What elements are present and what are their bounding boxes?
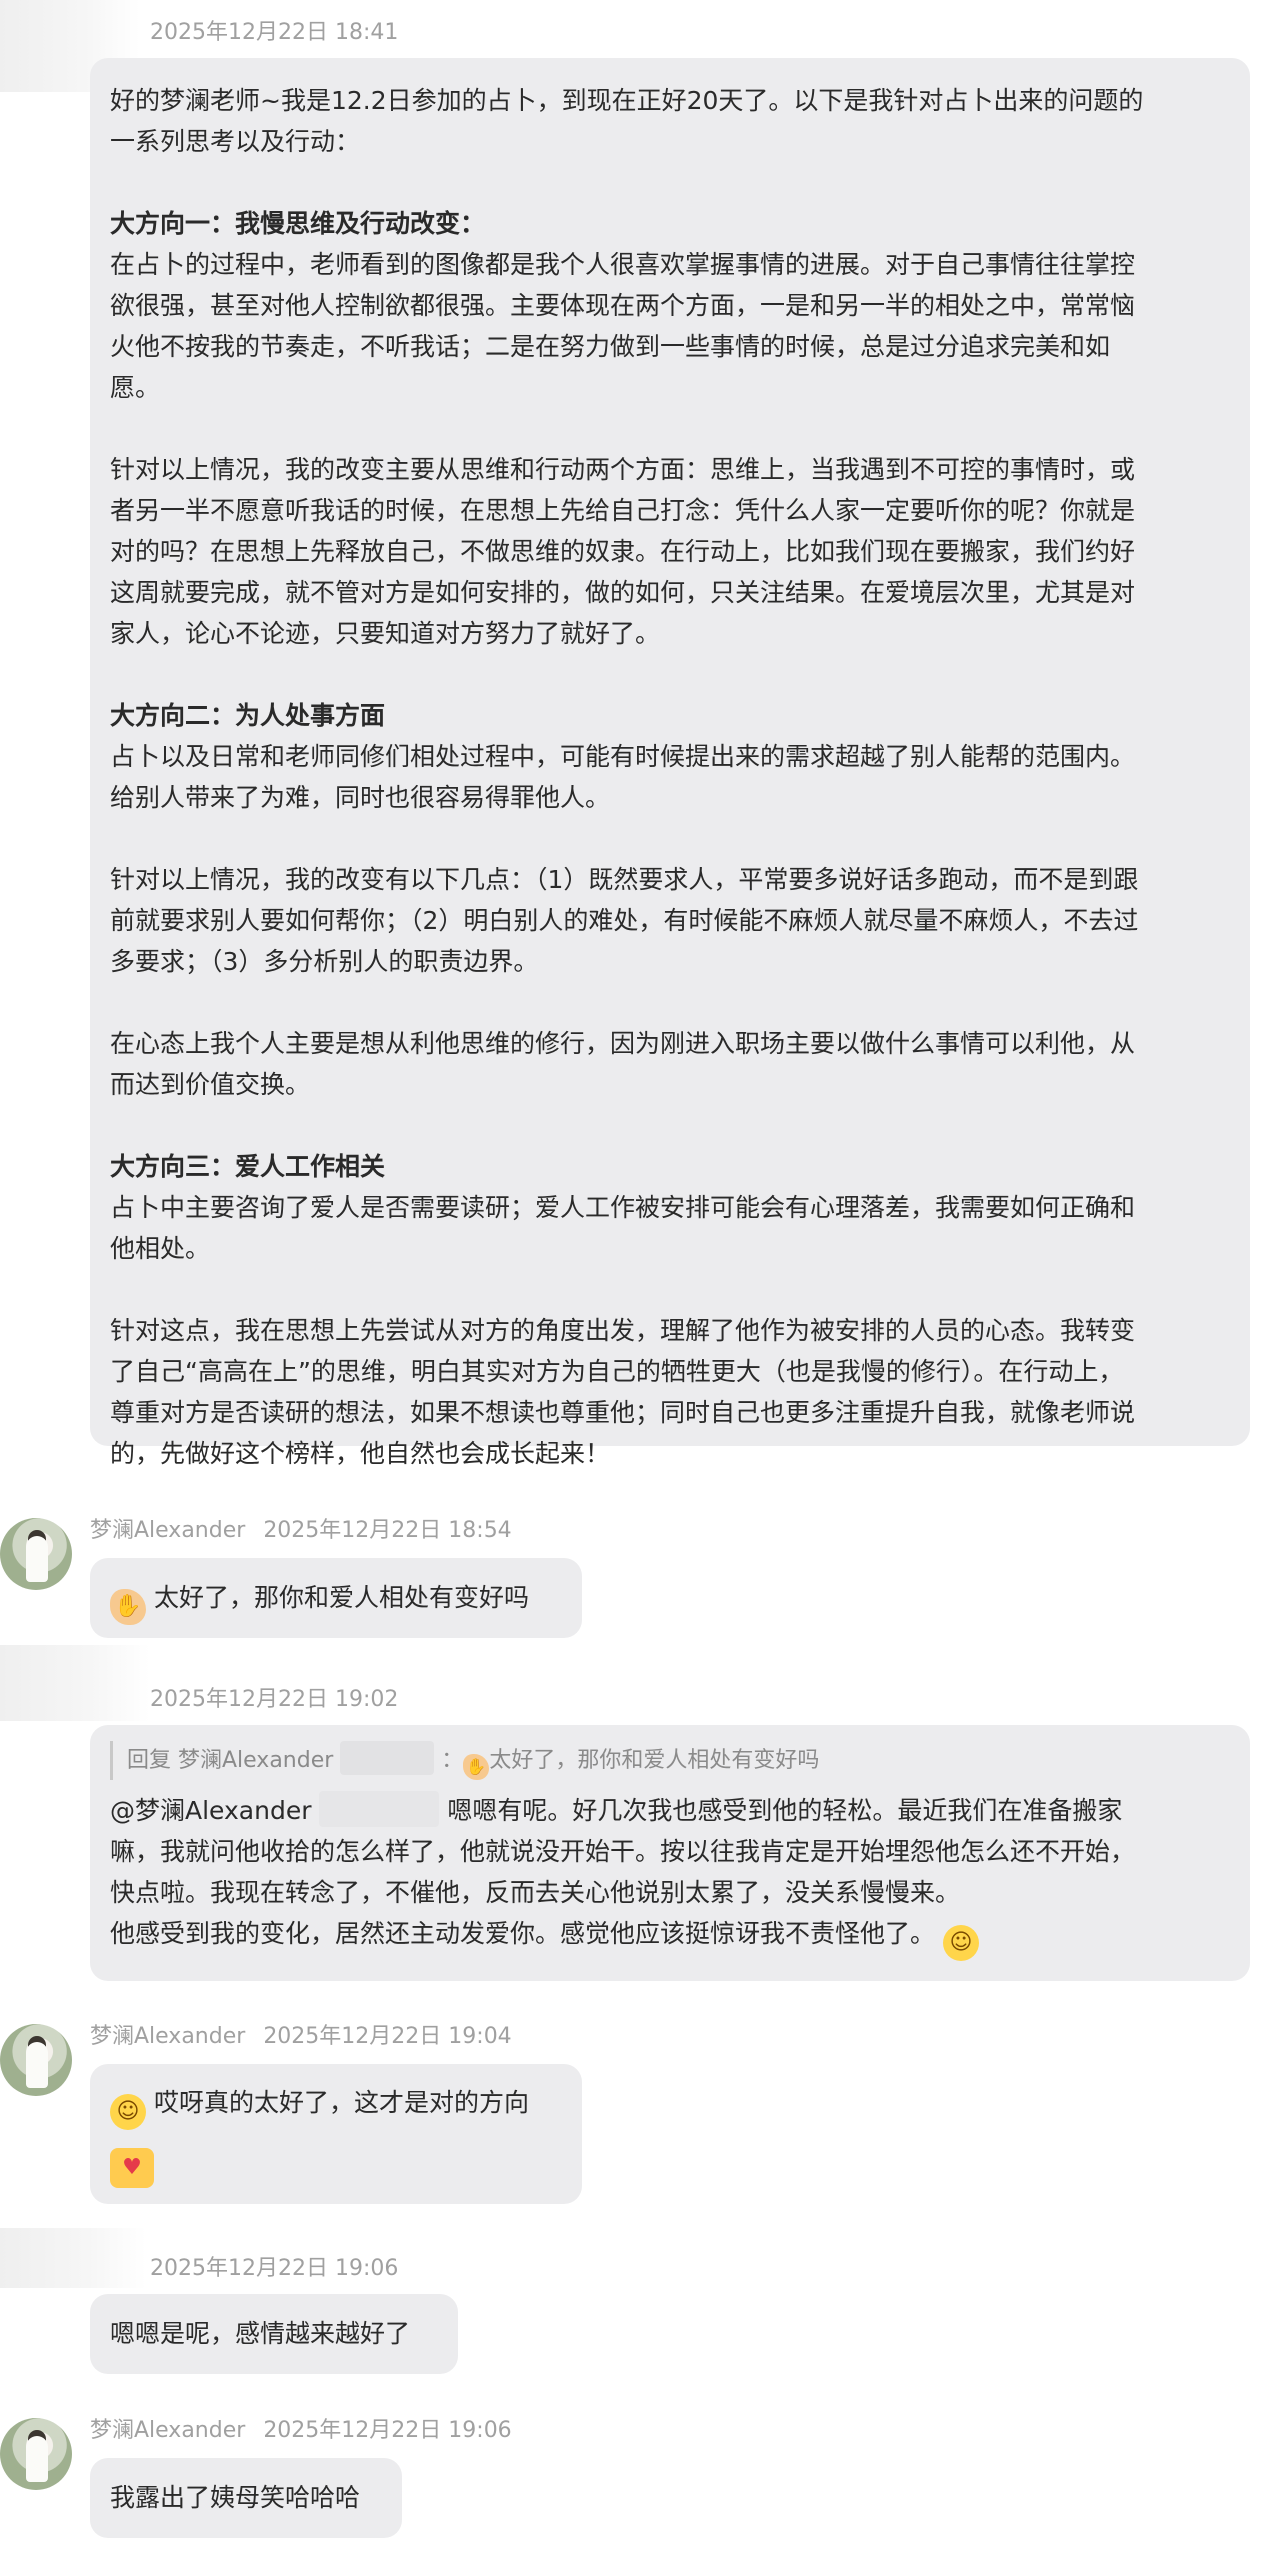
text-line: 这周就要完成，就不管对方是如何安排的，做的如何，只关注结果。在爱境层次里，尤其是… bbox=[110, 578, 1136, 607]
text-line: 多要求；（3）多分析别人的职责边界。 bbox=[110, 947, 539, 976]
message-text: 我露出了姨母笑哈哈哈 bbox=[110, 2483, 361, 2512]
quote-prefix: 回复 梦澜Alexander bbox=[127, 1748, 334, 1773]
message-bubble[interactable]: 好的梦澜老师~我是12.2日参加的占卜，到现在正好20天了。以下是我针对占卜出来… bbox=[90, 58, 1250, 1468]
message-text: 哎呀真的太好了，这才是对的方向 bbox=[153, 2088, 529, 2117]
redacted-block bbox=[319, 1791, 440, 1827]
grinning-face-icon: ☺ bbox=[110, 2094, 146, 2130]
sticker-line: ♥ bbox=[110, 2138, 562, 2188]
timestamp: 2025年12月22日 19:06 bbox=[150, 2256, 399, 2281]
timestamp: 2025年12月22日 19:06 bbox=[263, 2418, 512, 2443]
text-line: 在占卜的过程中，老师看到的图像都是我个人很喜欢掌握事情的进展。对于自己事情往往掌… bbox=[110, 250, 1136, 279]
quote-separator: ： bbox=[441, 1748, 464, 1773]
avatar[interactable] bbox=[0, 2024, 72, 2096]
message-text: 嗯嗯是呢，感情越来越好了 bbox=[110, 2319, 411, 2348]
timestamp: 2025年12月22日 19:02 bbox=[150, 1687, 399, 1712]
text-line: 在心态上我个人主要是想从利他思维的修行，因为刚进入职场主要以做什么事情可以利他，… bbox=[110, 1029, 1136, 1058]
text-line: 尊重对方是否读研的想法，如果不想读也尊重他；同时自己也更多注重提升自我，就像老师… bbox=[110, 1398, 1136, 1427]
text-line: 针对以上情况，我的改变有以下几点：（1）既然要求人，平常要多说好话多跑动，而不是… bbox=[110, 865, 1139, 894]
sender-name: 梦澜Alexander bbox=[90, 1518, 246, 1543]
sender-name: 梦澜Alexander bbox=[90, 2418, 246, 2443]
text-line: 针对这点，我在思想上先尝试从对方的角度出发，理解了他作为被安排的人员的心态。我转… bbox=[110, 1316, 1136, 1345]
timestamp: 2025年12月22日 19:04 bbox=[263, 2024, 512, 2049]
message-meta: 梦澜Alexander 2025年12月22日 18:54 bbox=[90, 1512, 512, 1544]
text-line: 给别人带来了为难，同时也很容易得罪他人。 bbox=[110, 783, 611, 812]
avatar[interactable] bbox=[0, 1518, 72, 1590]
timestamp: 2025年12月22日 18:41 bbox=[150, 20, 399, 45]
avatar[interactable] bbox=[0, 2418, 72, 2490]
avatar-blurred[interactable] bbox=[0, 1645, 150, 1721]
section-title: 大方向二：为人处事方面 bbox=[110, 701, 386, 730]
text-line: 他感受到我的变化，居然还主动发爱你。感觉他应该挺惊讶我不责怪他了。 ☺ bbox=[110, 1913, 1230, 1961]
message-meta: 2025年12月22日 19:02 bbox=[150, 1681, 398, 1713]
text-line: @梦澜Alexander 嗯嗯有呢。好几次我也感受到他的轻松。最近我们在准备搬家 bbox=[110, 1790, 1230, 1831]
message-meta: 梦澜Alexander 2025年12月22日 19:04 bbox=[90, 2018, 512, 2050]
text-line: 嘛，我就问他收拾的怎么样了，他就说没开始干。按以往我肯定是开始埋怨他怎么还不开始… bbox=[110, 1837, 1136, 1866]
message-text: 太好了，那你和爱人相处有变好吗 bbox=[153, 1583, 529, 1612]
reply-quote[interactable]: 回复 梦澜Alexander ： ✋ 太好了，那你和爱人相处有变好吗 bbox=[110, 1741, 1230, 1780]
text-line: 一系列思考以及行动： bbox=[110, 127, 361, 156]
text-line: 而达到价值交换。 bbox=[110, 1070, 311, 1099]
text-line: 好的梦澜老师~我是12.2日参加的占卜，到现在正好20天了。以下是我针对占卜出来… bbox=[110, 86, 1144, 115]
message-meta: 2025年12月22日 19:06 bbox=[150, 2250, 398, 2282]
message-bubble[interactable]: 嗯嗯是呢，感情越来越好了 bbox=[90, 2294, 458, 2374]
heart-face-icon: ♥ bbox=[110, 2148, 154, 2188]
mention[interactable]: @梦澜Alexander bbox=[110, 1796, 311, 1825]
section-title: 大方向三：爱人工作相关 bbox=[110, 1152, 386, 1181]
timestamp: 2025年12月22日 18:54 bbox=[263, 1518, 512, 1543]
message-bubble[interactable]: 回复 梦澜Alexander ： ✋ 太好了，那你和爱人相处有变好吗 @梦澜Alex… bbox=[90, 1725, 1250, 1981]
text-line: 他相处。 bbox=[110, 1234, 211, 1263]
text-line: 占卜中主要咨询了爱人是否需要读研；爱人工作被安排可能会有心理落差，我需要如何正确… bbox=[110, 1193, 1136, 1222]
grinning-face-icon: ☺ bbox=[942, 1925, 979, 1961]
message-bubble[interactable]: ☺ 哎呀真的太好了，这才是对的方向 ♥ bbox=[90, 2064, 582, 2204]
text-line: 欲很强，甚至对他人控制欲都很强。主要体现在两个方面，一是和另一半的相处之中，常常… bbox=[110, 291, 1136, 320]
quote-text: 太好了，那你和爱人相处有变好吗 bbox=[489, 1748, 820, 1773]
text-line: 对的吗？在思想上先释放自己，不做思维的奴隶。在行动上，比如我们现在要搬家，我们约… bbox=[110, 537, 1136, 566]
text-line: 者另一半不愿意听我话的时候，在思想上先给自己打念：凭什么人家一定要听你的呢？你就… bbox=[110, 496, 1136, 525]
message-bubble[interactable]: 我露出了姨母笑哈哈哈 bbox=[90, 2458, 402, 2538]
text-line: 了自己“高高在上”的思维，明白其实对方为自己的牺牲更大（也是我慢的修行）。在行动… bbox=[110, 1357, 1124, 1386]
text-line: ☺ 哎呀真的太好了，这才是对的方向 bbox=[110, 2082, 562, 2130]
text-line: 火他不按我的节奏走，不听我话；二是在努力做到一些事情的时候，总是过分追求完美和如 bbox=[110, 332, 1111, 361]
clapping-hands-icon: ✋ bbox=[463, 1754, 490, 1780]
redacted-block bbox=[340, 1741, 435, 1775]
text-line: 家人，论心不论迹，只要知道对方努力了就好了。 bbox=[110, 619, 661, 648]
message-meta: 梦澜Alexander 2025年12月22日 19:06 bbox=[90, 2412, 512, 2444]
text-line: 愿。 bbox=[110, 373, 161, 402]
clapping-hands-icon: ✋ bbox=[110, 1589, 146, 1625]
avatar-blurred[interactable] bbox=[0, 2228, 146, 2288]
message-bubble[interactable]: ✋ 太好了，那你和爱人相处有变好吗 bbox=[90, 1558, 582, 1638]
section-title: 大方向一：我慢思维及行动改变： bbox=[110, 209, 486, 238]
text-segment: 嗯嗯有呢。好几次我也感受到他的轻松。最近我们在准备搬家 bbox=[447, 1796, 1123, 1825]
text-line: 前就要求别人要如何帮你；（2）明白别人的难处，有时候能不麻烦人就尽量不麻烦人，不… bbox=[110, 906, 1139, 935]
text-line: 针对以上情况，我的改变主要从思维和行动两个方面：思维上，当我遇到不可控的事情时，… bbox=[110, 455, 1136, 484]
text-line: 快点啦。我现在转念了，不催他，反而去关心他说别太累了，没关系慢慢来。 bbox=[110, 1878, 961, 1907]
text-line: 占卜以及日常和老师同修们相处过程中，可能有时候提出来的需求超越了别人能帮的范围内… bbox=[110, 742, 1136, 771]
text-line: 的，先做好这个榜样，他自然也会成长起来！ bbox=[110, 1439, 611, 1468]
message-meta: 2025年12月22日 18:41 bbox=[150, 14, 398, 46]
sender-name: 梦澜Alexander bbox=[90, 2024, 246, 2049]
